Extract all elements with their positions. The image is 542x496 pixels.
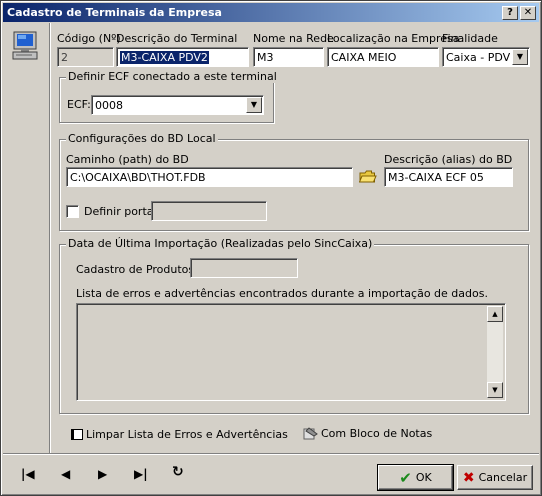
footer-divider: [3, 453, 539, 454]
finalidade-label: Finalidade: [442, 32, 498, 45]
refresh-button[interactable]: ↻: [172, 464, 184, 480]
descricao-value: M3-CAIXA PDV2: [120, 51, 209, 64]
alias-label: Descrição (alias) do BD: [384, 153, 513, 166]
codigo-field[interactable]: 2: [57, 47, 114, 67]
erros-listbox[interactable]: ▲ ▼: [76, 303, 506, 401]
codigo-label: Código (Nº): [57, 32, 121, 45]
nav-last-button[interactable]: ▶|: [134, 467, 148, 481]
ecf-group-title: Definir ECF conectado a este terminal: [66, 70, 279, 83]
help-button[interactable]: ?: [502, 6, 518, 20]
nav-first-button[interactable]: |◀: [21, 467, 35, 481]
check-icon: ✔: [399, 468, 412, 487]
computer-icon: [12, 31, 38, 61]
cancel-icon: ✖: [462, 469, 475, 486]
produtos-label: Cadastro de Produtos:: [76, 263, 198, 276]
localizacao-label: Localização na Empresa: [327, 32, 460, 45]
chevron-down-icon[interactable]: ▼: [512, 49, 528, 65]
scroll-up-icon[interactable]: ▲: [487, 306, 503, 322]
bloco-notas-label: Com Bloco de Notas: [321, 427, 433, 440]
produtos-field[interactable]: [190, 258, 298, 278]
bd-group-title: Configurações do BD Local: [66, 132, 218, 145]
ecf-select[interactable]: 0008 ▼: [91, 95, 264, 115]
descricao-field[interactable]: M3-CAIXA PDV2: [116, 47, 249, 67]
cancel-label: Cancelar: [478, 471, 528, 484]
notepad-icon: [303, 427, 318, 440]
title-bar[interactable]: Cadastro de Terminais da Empresa ? ✕: [3, 3, 539, 22]
nav-prev-button[interactable]: ◀: [61, 467, 70, 481]
caminho-field[interactable]: C:\OCAIXA\BD\THOT.FDB: [66, 167, 353, 187]
ecf-value: 0008: [95, 99, 123, 112]
limpar-lista-button[interactable]: Limpar Lista de Erros e Advertências: [71, 428, 288, 441]
window-title: Cadastro de Terminais da Empresa: [7, 6, 222, 19]
nav-next-button[interactable]: ▶: [98, 467, 107, 481]
import-group-title: Data de Última Importação (Realizadas pe…: [66, 237, 375, 250]
folder-open-icon[interactable]: [358, 169, 377, 185]
caminho-label: Caminho (path) do BD: [66, 153, 189, 166]
localizacao-field[interactable]: CAIXA MEIO: [327, 47, 439, 67]
definir-porta-checkbox[interactable]: [66, 205, 79, 218]
scroll-down-icon[interactable]: ▼: [487, 382, 503, 398]
scrollbar[interactable]: ▲ ▼: [487, 306, 503, 398]
finalidade-value: Caixa - PDV -: [446, 51, 518, 64]
porta-field[interactable]: [151, 201, 267, 221]
descricao-label: Descrição do Terminal: [116, 32, 238, 45]
bloco-notas-button[interactable]: Com Bloco de Notas: [303, 427, 432, 440]
ok-label: OK: [415, 471, 432, 484]
chevron-down-icon[interactable]: ▼: [246, 97, 262, 113]
definir-porta-label: Definir porta:: [84, 205, 158, 218]
alias-field[interactable]: M3-CAIXA ECF 05: [384, 167, 513, 187]
dialog-window: Cadastro de Terminais da Empresa ? ✕ Cód…: [0, 0, 542, 496]
cancel-button[interactable]: ✖ Cancelar: [457, 465, 533, 490]
close-button[interactable]: ✕: [520, 6, 536, 20]
nome-rede-label: Nome na Rede: [253, 32, 334, 45]
finalidade-select[interactable]: Caixa - PDV - ▼: [442, 47, 530, 67]
sidebar-divider: [49, 23, 50, 453]
nome-rede-field[interactable]: M3: [253, 47, 324, 67]
erros-label: Lista de erros e advertências encontrado…: [76, 287, 488, 300]
clear-list-icon: [71, 429, 83, 440]
ok-button[interactable]: ✔ OK: [377, 464, 454, 491]
limpar-lista-label: Limpar Lista de Erros e Advertências: [86, 428, 288, 441]
ecf-label: ECF:: [67, 98, 91, 111]
